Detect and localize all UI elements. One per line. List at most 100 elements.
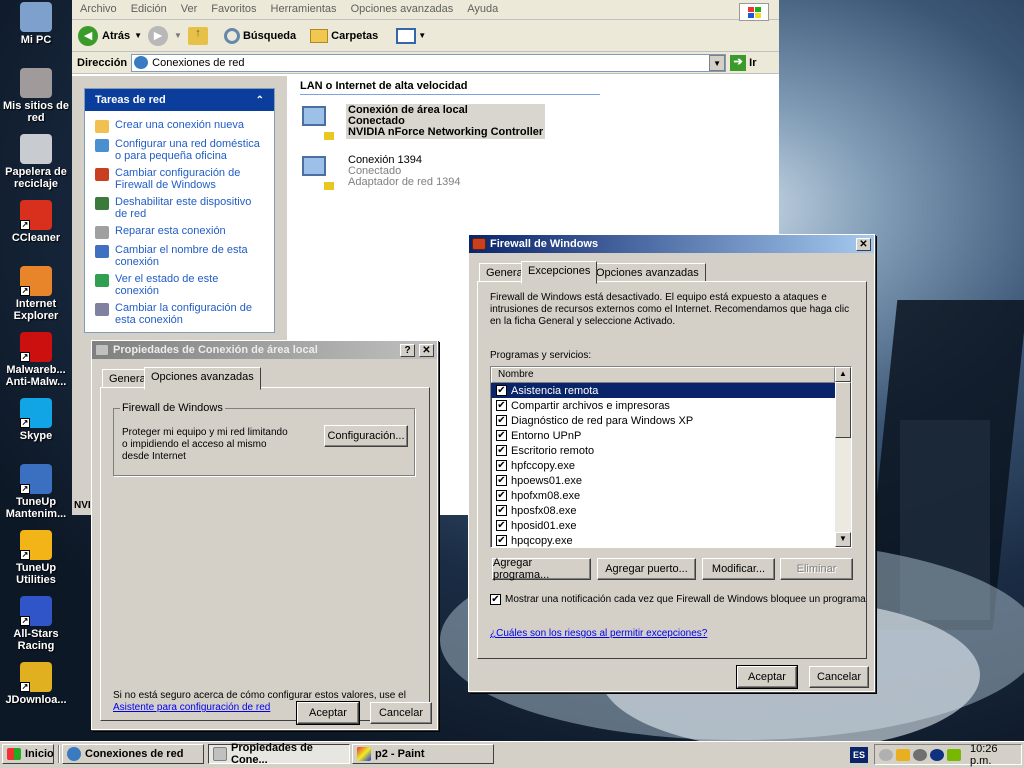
program-checkbox[interactable]: ✔	[496, 520, 507, 531]
menu-item[interactable]: Herramientas	[271, 3, 337, 16]
program-checkbox[interactable]: ✔	[496, 535, 507, 546]
clock[interactable]: 10:26 p.m.	[970, 743, 1021, 767]
network-task-item[interactable]: Cambiar la configuración de esta conexió…	[95, 300, 264, 329]
chevron-down-icon[interactable]: ▼	[174, 31, 182, 40]
desktop-icon[interactable]: ↗ CCleaner	[0, 200, 72, 244]
desktop-icon[interactable]: ↗ Malwareb... Anti-Malw...	[0, 332, 72, 388]
program-list-item[interactable]: ✔ Compartir archivos e impresoras	[491, 398, 835, 413]
menu-item[interactable]: Opciones avanzadas	[351, 3, 454, 16]
network-tasks-header[interactable]: Tareas de red ⌃	[85, 89, 274, 111]
program-checkbox[interactable]: ✔	[496, 460, 507, 471]
menu-item[interactable]: Ver	[181, 3, 198, 16]
tray-icon-c[interactable]	[913, 748, 927, 761]
program-checkbox[interactable]: ✔	[496, 385, 507, 396]
program-list-item[interactable]: ✔ hposfx08.exe	[491, 503, 835, 518]
tab-advanced-options[interactable]: Opciones avanzadas	[144, 367, 261, 390]
menu-item[interactable]: Ayuda	[467, 3, 498, 16]
modify-button[interactable]: Modificar...	[702, 558, 775, 580]
configuration-button[interactable]: Configuración...	[324, 425, 408, 447]
menu-item[interactable]: Edición	[131, 3, 167, 16]
desktop-icon[interactable]: ↗ Internet Explorer	[0, 266, 72, 322]
tray-icon-a[interactable]	[879, 748, 893, 761]
column-header-name[interactable]: Nombre	[491, 367, 835, 383]
back-button[interactable]: ◄ Atrás ▼	[78, 25, 142, 46]
network-task-item[interactable]: Cambiar configuración de Firewall de Win…	[95, 165, 264, 194]
program-checkbox[interactable]: ✔	[496, 400, 507, 411]
menu-item[interactable]: Archivo	[80, 3, 117, 16]
close-button[interactable]: ✕	[419, 343, 434, 357]
desktop-icon[interactable]: Mi PC	[0, 2, 72, 46]
desktop-icon[interactable]: ↗ TuneUp Utilities	[0, 530, 72, 586]
help-button[interactable]: ?	[400, 343, 415, 357]
add-program-button[interactable]: Agregar programa...	[492, 557, 591, 581]
connection-item[interactable]: Conexión 1394 Conectado Adaptador de red 1…	[300, 154, 463, 192]
up-folder-icon[interactable]: ↑	[187, 26, 208, 45]
desktop-icon[interactable]: ↗ JDownloa...	[0, 662, 72, 706]
close-button[interactable]: ✕	[856, 237, 871, 251]
program-checkbox[interactable]: ✔	[496, 415, 507, 426]
folders-button[interactable]: Carpetas	[310, 28, 378, 43]
desktop-icon[interactable]: ↗ TuneUp Mantenim...	[0, 464, 72, 520]
properties-title-bar[interactable]: Propiedades de Conexión de área local ? …	[92, 341, 437, 359]
tray-icon-d[interactable]	[930, 748, 944, 761]
program-list-item[interactable]: ✔ hpfccopy.exe	[491, 458, 835, 473]
network-wizard-link[interactable]: Asistente para configuración de red	[113, 702, 270, 713]
program-list-item[interactable]: ✔ hpoews01.exe	[491, 473, 835, 488]
tray-nvidia-icon[interactable]	[947, 748, 961, 761]
address-dropdown-button[interactable]: ▼	[709, 54, 726, 71]
chevron-down-icon[interactable]: ▼	[134, 31, 142, 40]
network-task-item[interactable]: Configurar una red doméstica o para pequ…	[95, 136, 264, 165]
desktop-icon[interactable]: ↗ Skype	[0, 398, 72, 442]
program-list-item[interactable]: ✔ hposid01.exe	[491, 518, 835, 533]
collapse-icon[interactable]: ⌃	[256, 95, 264, 106]
program-list-item[interactable]: ✔ Escritorio remoto	[491, 443, 835, 458]
menu-item[interactable]: Favoritos	[211, 3, 256, 16]
search-button[interactable]: Búsqueda	[223, 27, 296, 44]
tab-exceptions[interactable]: Excepciones	[521, 261, 598, 284]
ok-button[interactable]: Aceptar	[296, 701, 360, 725]
cancel-button[interactable]: Cancelar	[370, 702, 432, 724]
desktop-icon[interactable]: ↗ All-Stars Racing	[0, 596, 72, 652]
views-button[interactable]: ▼	[396, 27, 426, 44]
programs-list[interactable]: Nombre ✔ Asistencia remota ✔ Compartir arch…	[490, 366, 852, 548]
notify-checkbox-row[interactable]: ✔ Mostrar una notificación cada vez que …	[490, 594, 866, 605]
program-checkbox[interactable]: ✔	[496, 430, 507, 441]
go-button[interactable]: ➔ Ir	[730, 54, 756, 71]
risks-link[interactable]: ¿Cuáles son los riesgos al permitir exce…	[490, 628, 707, 639]
taskbar-item-paint[interactable]: p2 - Paint	[352, 744, 494, 764]
network-task-item[interactable]: Reparar esta conexión	[95, 223, 264, 242]
ok-button[interactable]: Aceptar	[736, 665, 798, 689]
program-checkbox[interactable]: ✔	[496, 505, 507, 516]
taskbar-item-network-connections[interactable]: Conexiones de red	[62, 744, 204, 764]
program-list-item[interactable]: ✔ Asistencia remota	[491, 383, 835, 398]
connection-item[interactable]: Conexión de área local Conectado NVIDIA nF…	[300, 104, 546, 142]
program-checkbox[interactable]: ✔	[496, 475, 507, 486]
notify-checkbox[interactable]: ✔	[490, 594, 501, 605]
program-checkbox[interactable]: ✔	[496, 445, 507, 456]
network-task-item[interactable]: Deshabilitar este dispositivo de red	[95, 194, 264, 223]
network-task-item[interactable]: Crear una conexión nueva	[95, 117, 264, 136]
scroll-down-button[interactable]: ▼	[835, 532, 851, 547]
scroll-thumb[interactable]	[835, 382, 851, 438]
network-task-item[interactable]: Ver el estado de este conexión	[95, 271, 264, 300]
taskbar-item-properties[interactable]: Propiedades de Cone...	[208, 742, 350, 766]
program-checkbox[interactable]: ✔	[496, 490, 507, 501]
desktop-icon[interactable]: Mis sitios de red	[0, 68, 72, 124]
desktop-icon[interactable]: Papelera de reciclaje	[0, 134, 72, 190]
network-task-item[interactable]: Cambiar el nombre de esta conexión	[95, 242, 264, 271]
address-input[interactable]: Conexiones de red ▼	[131, 53, 727, 72]
add-port-button[interactable]: Agregar puerto...	[597, 558, 696, 580]
program-list-item[interactable]: ✔ hpqcopy.exe	[491, 533, 835, 547]
cancel-button[interactable]: Cancelar	[809, 666, 869, 688]
forward-arrow-icon[interactable]: ►	[148, 25, 169, 46]
scroll-up-button[interactable]: ▲	[835, 367, 851, 382]
firewall-title-bar[interactable]: Firewall de Windows ✕	[469, 235, 874, 253]
tab-advanced-options[interactable]: Opciones avanzadas	[589, 263, 706, 282]
program-list-item[interactable]: ✔ Entorno UPnP	[491, 428, 835, 443]
program-list-item[interactable]: ✔ Diagnóstico de red para Windows XP	[491, 413, 835, 428]
list-scrollbar[interactable]: ▲ ▼	[835, 367, 851, 547]
language-indicator[interactable]: ES	[850, 747, 868, 763]
start-button[interactable]: Inicio	[2, 744, 54, 764]
tray-icon-b[interactable]	[896, 748, 910, 761]
program-list-item[interactable]: ✔ hpofxm08.exe	[491, 488, 835, 503]
